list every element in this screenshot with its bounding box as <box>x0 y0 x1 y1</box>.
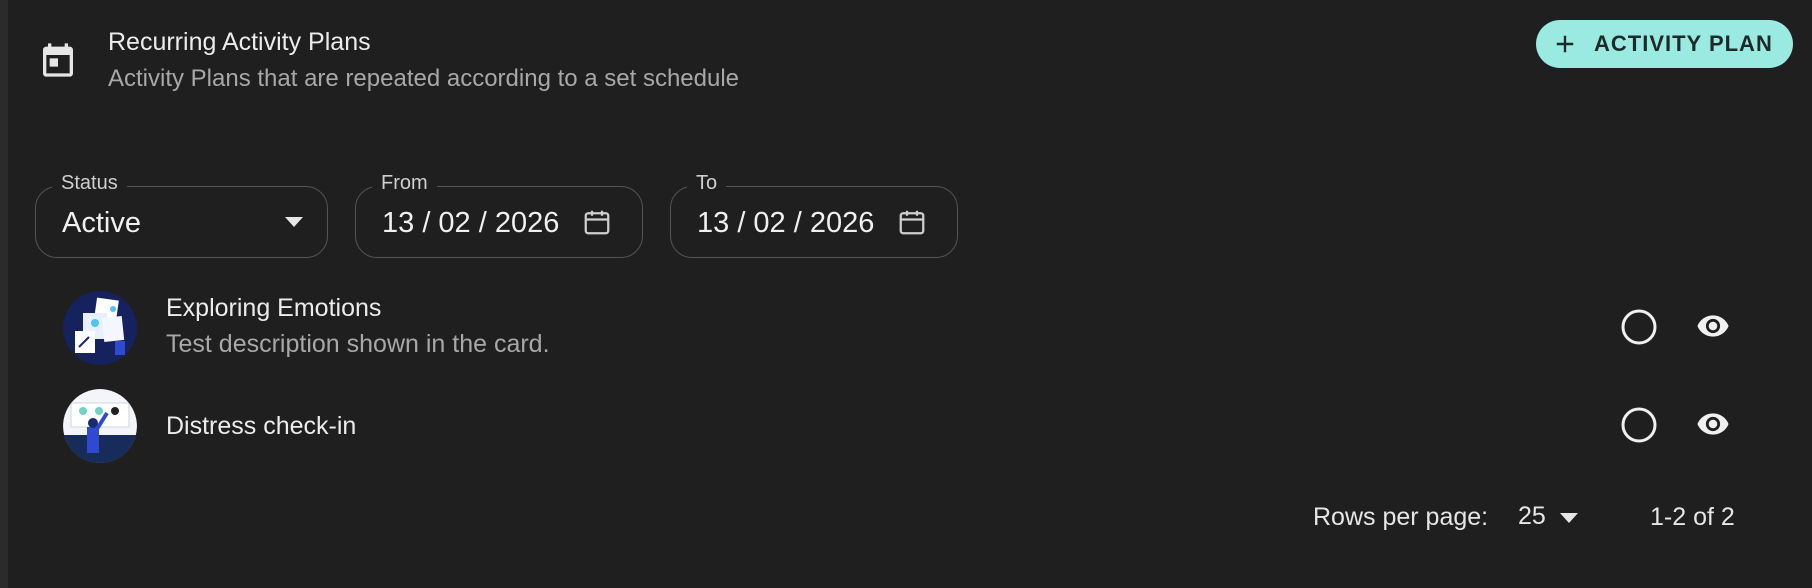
from-date-value: 13 / 02 / 2026 <box>382 207 560 239</box>
to-date-value: 13 / 02 / 2026 <box>697 207 875 239</box>
add-activity-plan-label: ACTIVITY PLAN <box>1594 31 1773 56</box>
calendar-picker-icon[interactable] <box>582 207 612 237</box>
plan-title: Distress check-in <box>166 412 357 440</box>
radio-unchecked-icon[interactable] <box>1620 308 1658 346</box>
status-value: Active <box>62 207 141 239</box>
rows-per-page-value: 25 <box>1518 502 1546 530</box>
list-item[interactable]: Exploring Emotions Test description show… <box>60 282 1760 372</box>
page-title: Recurring Activity Plans <box>108 28 371 56</box>
to-label: To <box>687 172 727 195</box>
pagination-range: 1-2 of 2 <box>1650 503 1735 531</box>
rows-per-page-label: Rows per page: <box>1313 503 1489 531</box>
status-label: Status <box>52 172 127 195</box>
eye-icon[interactable] <box>1692 309 1734 343</box>
plan-avatar <box>63 291 137 365</box>
eye-icon[interactable] <box>1692 407 1734 441</box>
radio-unchecked-icon[interactable] <box>1620 406 1658 444</box>
plan-avatar <box>63 389 137 463</box>
plus-icon <box>1556 35 1574 53</box>
dropdown-arrow-icon <box>1560 513 1578 523</box>
left-divider <box>0 0 8 588</box>
to-date-field[interactable]: To 13 / 02 / 2026 <box>670 172 958 258</box>
calendar-icon <box>43 43 73 77</box>
add-activity-plan-button[interactable]: ACTIVITY PLAN <box>1536 20 1793 68</box>
rows-per-page-select[interactable]: 25 <box>1518 500 1588 534</box>
page-subtitle: Activity Plans that are repeated accordi… <box>108 65 740 92</box>
calendar-picker-icon[interactable] <box>897 207 927 237</box>
dropdown-arrow-icon <box>285 217 303 227</box>
plan-description: Test description shown in the card. <box>166 330 550 358</box>
from-date-field[interactable]: From 13 / 02 / 2026 <box>355 172 643 258</box>
plan-title: Exploring Emotions <box>166 294 382 322</box>
status-select[interactable]: Status Active <box>35 172 328 258</box>
from-label: From <box>372 172 437 195</box>
list-item[interactable]: Distress check-in <box>60 380 1760 470</box>
recurring-activity-plans-page: Recurring Activity Plans Activity Plans … <box>0 0 1812 588</box>
